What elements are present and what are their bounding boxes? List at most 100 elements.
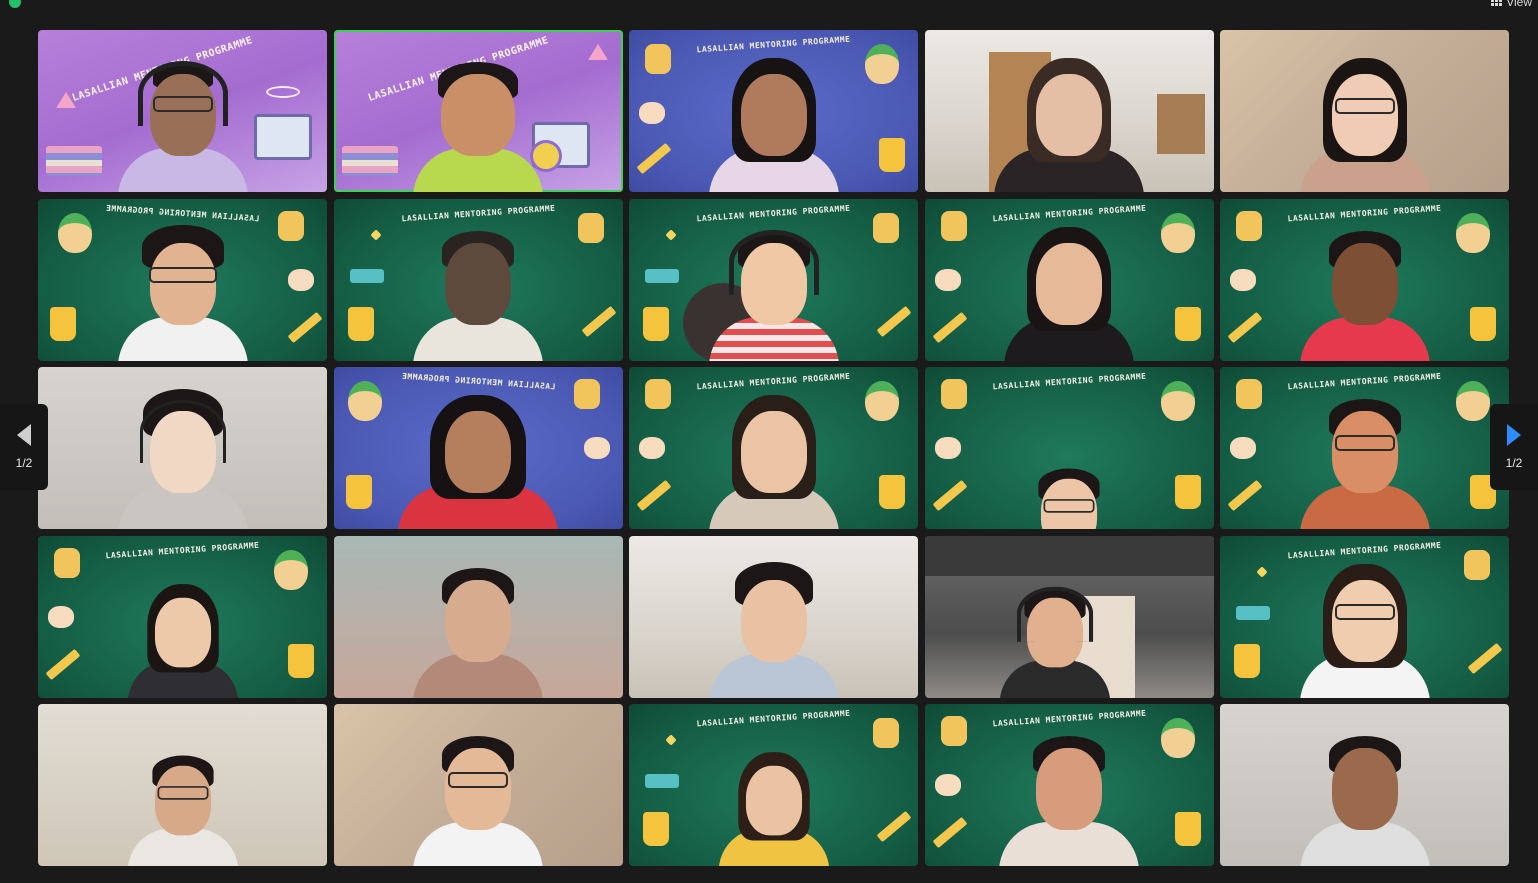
participant-video <box>1299 548 1430 698</box>
decor-triangle-icon <box>587 44 608 60</box>
participant-video <box>708 379 839 529</box>
decor-cat-face-icon <box>48 605 74 628</box>
decor-book-icon <box>645 268 679 283</box>
decor-cap-character-icon <box>58 212 92 253</box>
participant-video <box>999 570 1110 698</box>
participant-video-tile[interactable]: LASALLIAN MENTORING PROGRAMME <box>629 198 918 361</box>
decor-cap-character-icon <box>347 381 382 421</box>
participant-video-tile[interactable]: LASALLIAN MENTORING PROGRAMME <box>924 704 1214 866</box>
participant-video <box>1299 211 1430 361</box>
participant-video <box>127 739 238 866</box>
participant-video-tile[interactable]: LASALLIAN MENTORING PROGRAMME <box>38 30 327 192</box>
security-shield-icon[interactable] <box>9 0 21 8</box>
participant-video-tile[interactable] <box>924 30 1214 192</box>
participant-video <box>999 716 1139 866</box>
participant-video-tile[interactable]: LASALLIAN MENTORING PROGRAMME <box>333 367 623 529</box>
participant-video <box>1014 452 1125 529</box>
decor-cat-face-icon <box>934 268 961 291</box>
background-shelf <box>1156 94 1205 154</box>
participant-video-tile[interactable] <box>629 535 918 698</box>
participant-video <box>117 211 248 361</box>
decor-star-icon <box>665 734 677 746</box>
meeting-top-bar: View <box>0 0 1538 10</box>
decor-cap-character-icon <box>865 381 899 421</box>
participant-video-tile[interactable] <box>924 535 1214 698</box>
decor-pencil-cup-icon <box>643 306 669 341</box>
decor-books-icon <box>46 146 102 176</box>
decor-cat-face-icon <box>1230 437 1256 459</box>
decor-backpack-icon <box>573 379 600 409</box>
decor-pencil-icon <box>287 311 323 343</box>
decor-backpack-icon <box>940 716 967 746</box>
participant-video-tile[interactable]: LASALLIAN MENTORING PROGRAMME <box>629 367 918 529</box>
participant-video-tile[interactable]: LASALLIAN MENTORING PROGRAMME <box>1220 198 1509 361</box>
decor-backpack-icon <box>1464 549 1490 580</box>
participant-video-tile[interactable] <box>1220 30 1509 192</box>
decor-books-icon <box>341 146 398 176</box>
chevron-right-icon <box>1507 424 1521 446</box>
decor-pencil-icon <box>636 142 672 175</box>
participant-video-tile[interactable]: LASALLIAN MENTORING PROGRAMME <box>629 30 918 192</box>
decor-triangle-icon <box>56 92 76 108</box>
participant-video-tile[interactable]: LASALLIAN MENTORING PROGRAMME <box>629 704 918 866</box>
decor-cap-character-icon <box>1160 381 1195 421</box>
decor-cat-face-icon <box>288 268 314 291</box>
participant-video-tile[interactable]: LASALLIAN MENTORING PROGRAMME <box>924 367 1214 529</box>
next-page-button[interactable]: 1/2 <box>1490 404 1538 490</box>
participant-video <box>994 42 1144 192</box>
decor-ring-icon <box>266 86 300 98</box>
decor-pencil-icon <box>581 305 616 337</box>
decor-book-icon <box>349 268 384 283</box>
participant-video-tile[interactable]: LASALLIAN MENTORING PROGRAMME <box>333 198 623 361</box>
decor-laptop-icon <box>254 114 312 160</box>
participant-video <box>708 42 839 192</box>
participant-video-tile[interactable] <box>1220 704 1509 866</box>
decor-pencil-icon <box>636 479 672 512</box>
previous-page-button[interactable]: 1/2 <box>0 404 48 490</box>
decor-pencil-icon <box>1467 642 1503 674</box>
decor-star-icon <box>1256 565 1268 578</box>
decor-pencil-icon <box>1227 311 1263 343</box>
decor-backpack-icon <box>940 379 967 409</box>
gallery-grid: LASALLIAN MENTORING PROGRAMME LASALLIAN … <box>38 30 1509 866</box>
decor-pencil-icon <box>932 479 967 512</box>
participant-video-tile[interactable] <box>38 704 327 866</box>
participant-video-tile[interactable]: LASALLIAN MENTORING PROGRAMME <box>924 198 1214 361</box>
decor-pencil-cup-icon <box>1174 306 1201 341</box>
participant-video <box>117 379 248 529</box>
decor-pencil-cup-icon <box>347 306 374 341</box>
chevron-left-icon <box>17 424 31 446</box>
view-button[interactable]: View <box>1491 0 1532 9</box>
decor-cap-character-icon <box>274 549 308 590</box>
participant-video-tile[interactable] <box>333 704 623 866</box>
participant-video <box>1299 379 1430 529</box>
page-indicator: 1/2 <box>1505 456 1523 470</box>
participant-video-tile[interactable] <box>333 535 623 698</box>
participant-video-tile[interactable]: LASALLIAN MENTORING PROGRAMME <box>1220 367 1509 529</box>
participant-video-tile[interactable]: LASALLIAN MENTORING PROGRAMME <box>38 198 327 361</box>
participant-video-tile[interactable]: LASALLIAN MENTORING PROGRAMME <box>1220 535 1509 698</box>
decor-cap-character-icon <box>1456 381 1490 421</box>
view-button-label: View <box>1506 0 1532 9</box>
participant-video <box>708 211 839 361</box>
participant-video <box>413 211 543 361</box>
decor-pencil-cup-icon <box>879 475 905 509</box>
decor-pencil-cup-icon <box>50 306 76 341</box>
participant-video-tile[interactable]: LASALLIAN MENTORING PROGRAMME <box>38 535 327 698</box>
decor-cap-character-icon <box>1456 212 1490 253</box>
decor-cap-character-icon <box>865 44 899 84</box>
gallery-view-icon <box>1491 0 1503 6</box>
participant-video <box>708 548 839 698</box>
decor-backpack-icon <box>940 210 967 241</box>
decor-book-icon <box>645 774 679 788</box>
participant-video <box>117 42 248 192</box>
active-speaker-video-tile[interactable]: LASALLIAN MENTORING PROGRAMME <box>333 30 623 192</box>
background-ceiling <box>924 535 1214 576</box>
decor-pencil-cup-icon <box>1470 306 1496 341</box>
decor-backpack-icon <box>278 210 304 241</box>
decor-cap-character-icon <box>1160 212 1195 253</box>
decor-pencil-cup-icon <box>345 475 372 509</box>
decor-pencil-icon <box>932 311 967 343</box>
participant-video-tile[interactable] <box>38 367 327 529</box>
decor-backpack-icon <box>645 379 671 409</box>
